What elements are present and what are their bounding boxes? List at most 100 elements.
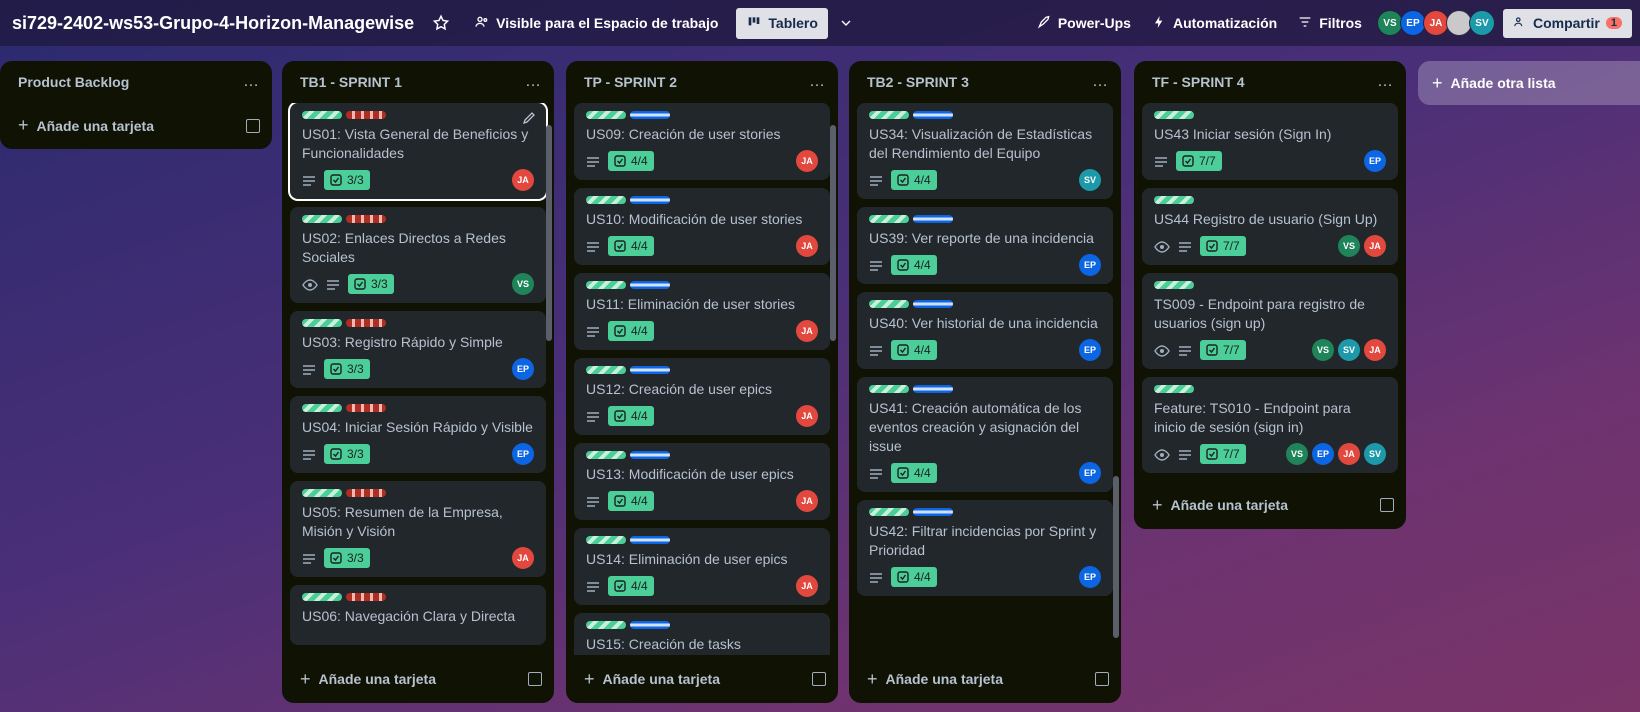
member-avatar[interactable]: JA [796, 150, 818, 172]
template-icon[interactable] [528, 672, 542, 686]
add-list-button[interactable]: + Añade otra lista [1418, 61, 1640, 105]
card-labels[interactable] [1154, 111, 1386, 119]
automation-button[interactable]: Automatización [1141, 8, 1287, 39]
card[interactable]: US41: Creación automática de los eventos… [857, 377, 1113, 492]
card[interactable]: US43 Iniciar sesión (Sign In) 7/7 EP [1142, 103, 1398, 180]
scrollbar-thumb[interactable] [546, 125, 552, 342]
label-green[interactable] [302, 215, 342, 223]
card[interactable]: US40: Ver historial de una incidencia 4/4… [857, 292, 1113, 369]
member-avatar[interactable]: JA [1364, 235, 1386, 257]
label-blue[interactable] [630, 281, 670, 289]
filters-button[interactable]: Filtros [1287, 8, 1372, 39]
member-avatar[interactable]: JA [796, 490, 818, 512]
card-labels[interactable] [586, 196, 818, 204]
card-labels[interactable] [586, 111, 818, 119]
label-red[interactable] [346, 404, 386, 412]
list-title[interactable]: Product Backlog [18, 74, 129, 90]
card-labels[interactable] [302, 319, 534, 327]
add-card-button[interactable]: + Añade una tarjeta [0, 102, 272, 149]
card[interactable]: US14: Eliminación de user epics 4/4 JA [574, 528, 830, 605]
more-options-icon[interactable]: … [243, 73, 260, 91]
template-icon[interactable] [1095, 672, 1109, 686]
card[interactable]: US15: Creación de tasks [574, 613, 830, 655]
label-green[interactable] [1154, 281, 1194, 289]
card[interactable]: Feature: TS010 - Endpoint para inicio de… [1142, 377, 1398, 473]
label-blue[interactable] [913, 385, 953, 393]
label-red[interactable] [346, 215, 386, 223]
list-scrollbar[interactable] [1111, 109, 1119, 649]
card-labels[interactable] [586, 621, 818, 629]
card-labels[interactable] [869, 508, 1101, 516]
card[interactable]: US06: Navegación Clara y Directa [290, 585, 546, 645]
card[interactable]: US09: Creación de user stories 4/4 JA [574, 103, 830, 180]
member-avatar[interactable]: JA [512, 547, 534, 569]
card-labels[interactable] [302, 593, 534, 601]
card-labels[interactable] [302, 404, 534, 412]
label-green[interactable] [302, 593, 342, 601]
add-card-button[interactable]: + Añade una tarjeta [1134, 481, 1406, 529]
card[interactable]: US39: Ver reporte de una incidencia 4/4 EP [857, 207, 1113, 284]
card-labels[interactable] [586, 366, 818, 374]
add-card-button[interactable]: + Añade una tarjeta [849, 655, 1121, 703]
member-avatar[interactable]: SV [1468, 10, 1495, 36]
label-blue[interactable] [630, 366, 670, 374]
card[interactable]: US05: Resumen de la Empresa, Misión y Vi… [290, 481, 546, 577]
label-green[interactable] [586, 536, 626, 544]
list-header[interactable]: Product Backlog … [0, 61, 272, 102]
scrollbar-thumb[interactable] [830, 125, 836, 342]
label-blue[interactable] [913, 215, 953, 223]
list-title[interactable]: TB1 - SPRINT 1 [300, 74, 402, 90]
add-card-button[interactable]: + Añade una tarjeta [282, 655, 554, 703]
member-avatar[interactable]: JA [796, 405, 818, 427]
label-green[interactable] [869, 215, 909, 223]
template-icon[interactable] [1380, 498, 1394, 512]
label-green[interactable] [302, 319, 342, 327]
label-blue[interactable] [630, 111, 670, 119]
card-labels[interactable] [1154, 196, 1386, 204]
card-labels[interactable] [869, 300, 1101, 308]
list-title[interactable]: TF - SPRINT 4 [1152, 74, 1245, 90]
label-blue[interactable] [630, 451, 670, 459]
template-icon[interactable] [246, 118, 260, 133]
card[interactable]: US44 Registro de usuario (Sign Up) 7/7 VS J… [1142, 188, 1398, 265]
label-green[interactable] [869, 111, 909, 119]
card-labels[interactable] [1154, 281, 1386, 289]
label-blue[interactable] [630, 196, 670, 204]
member-avatar[interactable]: SV [1079, 169, 1101, 191]
member-avatar[interactable]: JA [796, 235, 818, 257]
more-options-icon[interactable]: … [1092, 73, 1109, 91]
member-avatar[interactable]: EP [1364, 150, 1386, 172]
label-green[interactable] [586, 621, 626, 629]
label-green[interactable] [586, 451, 626, 459]
chevron-down-icon[interactable] [828, 9, 864, 37]
member-avatar[interactable]: EP [1079, 339, 1101, 361]
card-labels[interactable] [586, 281, 818, 289]
card[interactable]: US02: Enlaces Directos a Redes Sociales 3… [290, 207, 546, 303]
member-avatar[interactable]: SV [1338, 339, 1360, 361]
label-blue[interactable] [913, 300, 953, 308]
card[interactable]: TS009 - Endpoint para registro de usuari… [1142, 273, 1398, 369]
label-blue[interactable] [630, 621, 670, 629]
member-avatar[interactable]: SV [1364, 443, 1386, 465]
card[interactable]: US11: Eliminación de user stories 4/4 JA [574, 273, 830, 350]
card[interactable]: US04: Iniciar Sesión Rápido y Visible 3/3… [290, 396, 546, 473]
member-avatar[interactable]: EP [1079, 566, 1101, 588]
member-avatar[interactable]: VS [1312, 339, 1334, 361]
card-labels[interactable] [302, 489, 534, 497]
label-green[interactable] [1154, 385, 1194, 393]
more-options-icon[interactable]: … [809, 73, 826, 91]
template-icon[interactable] [812, 672, 826, 686]
powerups-button[interactable]: Power-Ups [1026, 8, 1141, 39]
label-blue[interactable] [630, 536, 670, 544]
member-avatar[interactable]: EP [512, 358, 534, 380]
member-avatar[interactable]: JA [512, 169, 534, 191]
member-avatar[interactable]: VS [512, 273, 534, 295]
visibility-button[interactable]: Visible para el Espacio de trabajo [464, 8, 728, 39]
label-red[interactable] [346, 489, 386, 497]
list-title[interactable]: TB2 - SPRINT 3 [867, 74, 969, 90]
label-blue[interactable] [913, 508, 953, 516]
label-green[interactable] [869, 508, 909, 516]
member-avatar[interactable]: JA [796, 575, 818, 597]
more-options-icon[interactable]: … [525, 73, 542, 91]
member-avatar[interactable]: EP [1079, 462, 1101, 484]
